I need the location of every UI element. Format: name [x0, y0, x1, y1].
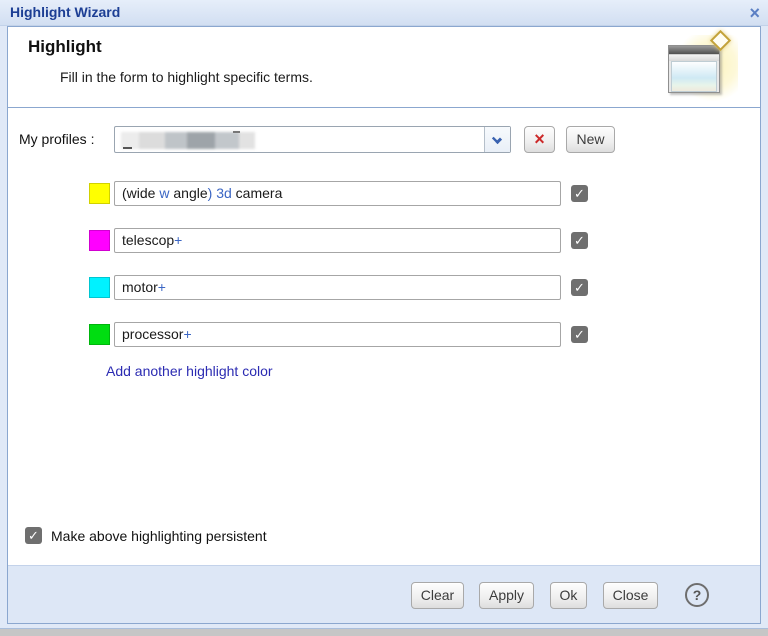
profile-value-redacted — [121, 132, 255, 149]
term-input[interactable]: telescop+ — [114, 228, 561, 253]
term-enabled-checkbox[interactable]: ✓ — [571, 326, 588, 343]
delete-icon: × — [534, 129, 545, 149]
term-input[interactable]: motor+ — [114, 275, 561, 300]
check-icon: ✓ — [574, 327, 585, 342]
term-input[interactable]: (wide w angle) 3d camera — [114, 181, 561, 206]
term-enabled-checkbox[interactable]: ✓ — [571, 185, 588, 202]
wizard-icon — [664, 29, 738, 101]
page-title: Highlight — [28, 37, 102, 56]
term-text-segment: processor — [122, 326, 184, 342]
color-swatch[interactable] — [89, 183, 110, 204]
footer-bar: Clear Apply Ok Close ? — [8, 565, 760, 623]
window-title: Highlight Wizard — [10, 4, 121, 20]
add-highlight-color-link[interactable]: Add another highlight color — [106, 363, 273, 379]
chevron-down-icon — [491, 133, 503, 145]
help-icon[interactable]: ? — [685, 583, 709, 607]
term-text-segment: + — [157, 279, 166, 295]
highlight-row: processor+ ✓ — [8, 322, 760, 369]
delete-profile-button[interactable]: × — [524, 126, 555, 153]
ok-button[interactable]: Ok — [550, 582, 587, 609]
new-profile-button[interactable]: New — [566, 126, 615, 153]
term-text-segment: camera — [231, 185, 283, 201]
highlight-row: (wide w angle) 3d camera ✓ — [8, 181, 760, 228]
dialog-panel: Highlight Fill in the form to highlight … — [7, 26, 761, 624]
highlight-row: telescop+ ✓ — [8, 228, 760, 275]
profile-select[interactable] — [114, 126, 511, 153]
profile-dropdown-button[interactable] — [484, 127, 510, 152]
clear-button[interactable]: Clear — [411, 582, 464, 609]
term-text-segment: motor — [122, 279, 158, 295]
page-subtitle: Fill in the form to highlight specific t… — [60, 69, 313, 85]
term-text-segment: + — [183, 326, 192, 342]
persistent-checkbox[interactable]: ✓ — [25, 527, 42, 544]
highlight-row: motor+ ✓ — [8, 275, 760, 322]
term-text-segment: (wide — [122, 185, 160, 201]
term-text-segment: angle — [169, 185, 208, 201]
wizard-body: My profiles : × New (wide w angle) 3d ca… — [8, 108, 760, 565]
title-bar: Highlight Wizard × — [0, 0, 768, 26]
check-icon: ✓ — [28, 528, 39, 543]
check-icon: ✓ — [574, 233, 585, 248]
apply-button[interactable]: Apply — [479, 582, 534, 609]
close-icon[interactable]: × — [749, 1, 760, 25]
color-swatch[interactable] — [89, 230, 110, 251]
persistent-label: Make above highlighting persistent — [51, 527, 267, 544]
term-text-segment: w — [159, 185, 170, 201]
term-input[interactable]: processor+ — [114, 322, 561, 347]
term-enabled-checkbox[interactable]: ✓ — [571, 279, 588, 296]
persistent-option: ✓ Make above highlighting persistent — [25, 527, 267, 544]
check-icon: ✓ — [574, 280, 585, 295]
check-icon: ✓ — [574, 186, 585, 201]
close-button[interactable]: Close — [603, 582, 658, 609]
highlight-wizard-dialog: Highlight Wizard × Highlight Fill in the… — [0, 0, 768, 629]
window-glyph — [668, 45, 720, 93]
term-text-segment: 3d — [216, 185, 232, 201]
term-text-segment: + — [174, 232, 183, 248]
term-enabled-checkbox[interactable]: ✓ — [571, 232, 588, 249]
color-swatch[interactable] — [89, 324, 110, 345]
term-text-segment: telescop — [122, 232, 175, 248]
profiles-label: My profiles : — [19, 131, 95, 147]
wizard-header: Highlight Fill in the form to highlight … — [8, 27, 760, 108]
highlight-rows: (wide w angle) 3d camera ✓ telescop+ ✓ m… — [8, 181, 760, 369]
term-text-segment: ) — [207, 185, 217, 201]
color-swatch[interactable] — [89, 277, 110, 298]
